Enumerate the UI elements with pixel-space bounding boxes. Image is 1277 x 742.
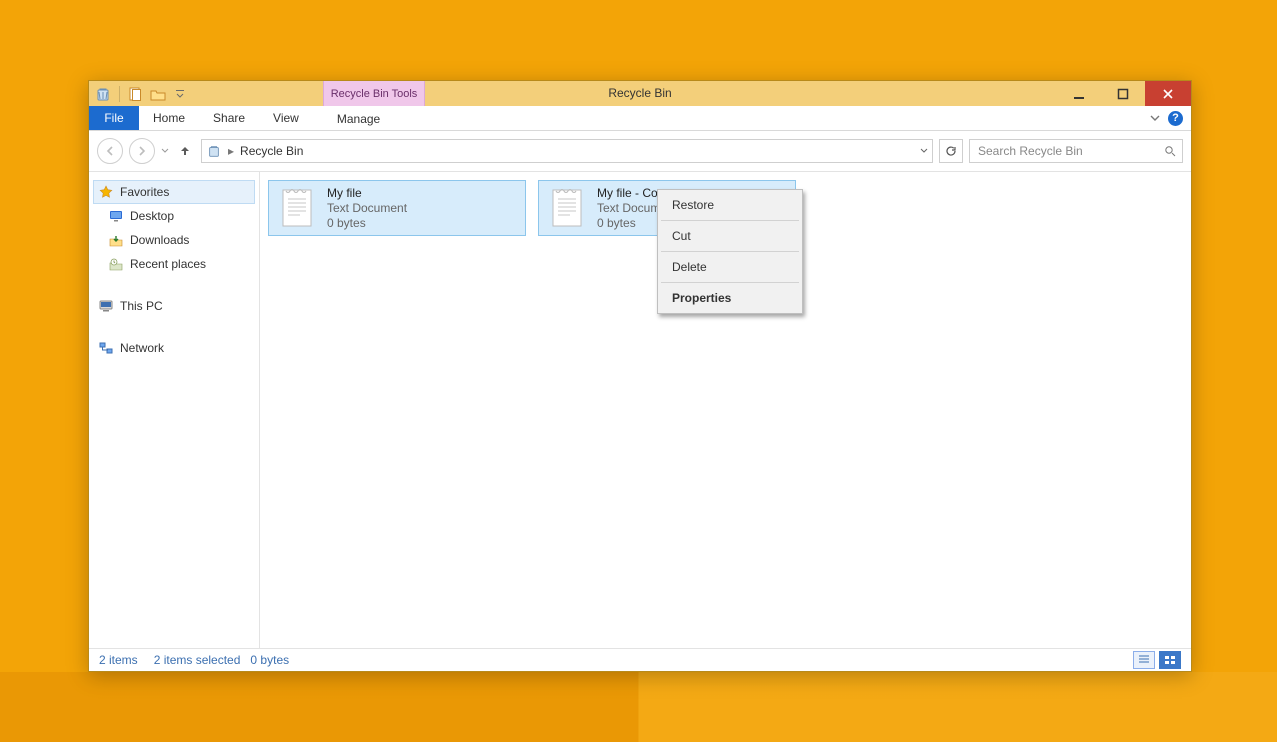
file-name: My file xyxy=(327,186,407,201)
minimize-button[interactable] xyxy=(1057,81,1101,106)
recent-icon xyxy=(108,256,124,272)
ctx-separator xyxy=(661,251,799,252)
view-tiles-button[interactable] xyxy=(1159,651,1181,669)
breadcrumb-separator-icon[interactable]: ▸ xyxy=(226,144,236,158)
status-selection: 2 items selected xyxy=(154,653,241,667)
help-icon[interactable]: ? xyxy=(1168,111,1183,126)
desktop-icon xyxy=(108,208,124,224)
nav-back-button[interactable] xyxy=(97,138,123,164)
tab-share[interactable]: Share xyxy=(199,106,259,130)
navigation-pane[interactable]: Favorites Desktop Downloads xyxy=(89,172,260,648)
maximize-button[interactable] xyxy=(1101,81,1145,106)
file-type: Text Document xyxy=(327,201,407,216)
ctx-separator xyxy=(661,282,799,283)
file-tab[interactable]: File xyxy=(89,106,139,130)
ctx-properties[interactable]: Properties xyxy=(660,285,800,311)
sidebar-item-label: Downloads xyxy=(130,233,189,247)
qat-dropdown-icon[interactable] xyxy=(172,86,188,102)
window-title: Recycle Bin xyxy=(89,81,1191,106)
qat-separator xyxy=(119,86,120,102)
ctx-restore[interactable]: Restore xyxy=(660,192,800,218)
search-box[interactable] xyxy=(969,139,1183,163)
nav-forward-button[interactable] xyxy=(129,138,155,164)
view-details-button[interactable] xyxy=(1133,651,1155,669)
status-selection-size: 0 bytes xyxy=(250,653,289,667)
textfile-icon xyxy=(547,183,587,233)
sidebar-item-label: Network xyxy=(120,341,164,355)
titlebar[interactable]: Recycle Bin Tools Recycle Bin xyxy=(89,81,1191,106)
textfile-icon xyxy=(277,183,317,233)
nav-history-dropdown-icon[interactable] xyxy=(161,147,169,155)
pc-icon xyxy=(98,298,114,314)
ctx-separator xyxy=(661,220,799,221)
sidebar-item-recent[interactable]: Recent places xyxy=(93,252,255,276)
properties-icon[interactable] xyxy=(128,86,144,102)
search-input[interactable] xyxy=(976,143,1164,159)
contextual-tab-label: Recycle Bin Tools xyxy=(323,81,425,106)
quick-access-toolbar xyxy=(89,81,194,106)
ctx-delete[interactable]: Delete xyxy=(660,254,800,280)
downloads-icon xyxy=(108,232,124,248)
sidebar-item-downloads[interactable]: Downloads xyxy=(93,228,255,252)
address-dropdown-icon[interactable] xyxy=(920,147,928,155)
explorer-window: Recycle Bin Tools Recycle Bin File Home … xyxy=(88,80,1192,672)
window-controls xyxy=(1057,81,1191,106)
sidebar-item-label: This PC xyxy=(120,299,163,313)
new-folder-icon[interactable] xyxy=(150,86,166,102)
sidebar-item-thispc[interactable]: This PC xyxy=(93,294,255,318)
navigation-bar: ▸ Recycle Bin xyxy=(89,131,1191,172)
nav-up-button[interactable] xyxy=(175,141,195,161)
refresh-button[interactable] xyxy=(939,139,963,163)
close-button[interactable] xyxy=(1145,81,1191,106)
sidebar-item-label: Desktop xyxy=(130,209,174,223)
tab-manage[interactable]: Manage xyxy=(323,106,394,130)
ctx-cut[interactable]: Cut xyxy=(660,223,800,249)
recycle-bin-icon xyxy=(95,86,111,102)
tab-view[interactable]: View xyxy=(259,106,313,130)
file-size: 0 bytes xyxy=(327,216,407,231)
network-icon xyxy=(98,340,114,356)
ribbon-tabs: File Home Share View Manage ? xyxy=(89,106,1191,131)
ribbon-chevron-icon[interactable] xyxy=(1150,113,1160,123)
sidebar-item-network[interactable]: Network xyxy=(93,336,255,360)
search-icon[interactable] xyxy=(1164,145,1176,157)
sidebar-item-desktop[interactable]: Desktop xyxy=(93,204,255,228)
address-bar[interactable]: ▸ Recycle Bin xyxy=(201,139,933,163)
star-icon xyxy=(98,184,114,200)
status-bar: 2 items 2 items selected 0 bytes xyxy=(89,648,1191,671)
sidebar-item-label: Recent places xyxy=(130,257,206,271)
sidebar-favorites-header[interactable]: Favorites xyxy=(93,180,255,204)
tab-home[interactable]: Home xyxy=(139,106,199,130)
breadcrumb[interactable]: Recycle Bin xyxy=(240,144,303,158)
sidebar-item-label: Favorites xyxy=(120,185,169,199)
file-item[interactable]: My file Text Document 0 bytes xyxy=(268,180,526,236)
status-item-count: 2 items xyxy=(99,653,138,667)
window-body: Favorites Desktop Downloads xyxy=(89,172,1191,648)
recycle-bin-icon xyxy=(206,143,222,159)
context-menu: Restore Cut Delete Properties xyxy=(657,189,803,314)
